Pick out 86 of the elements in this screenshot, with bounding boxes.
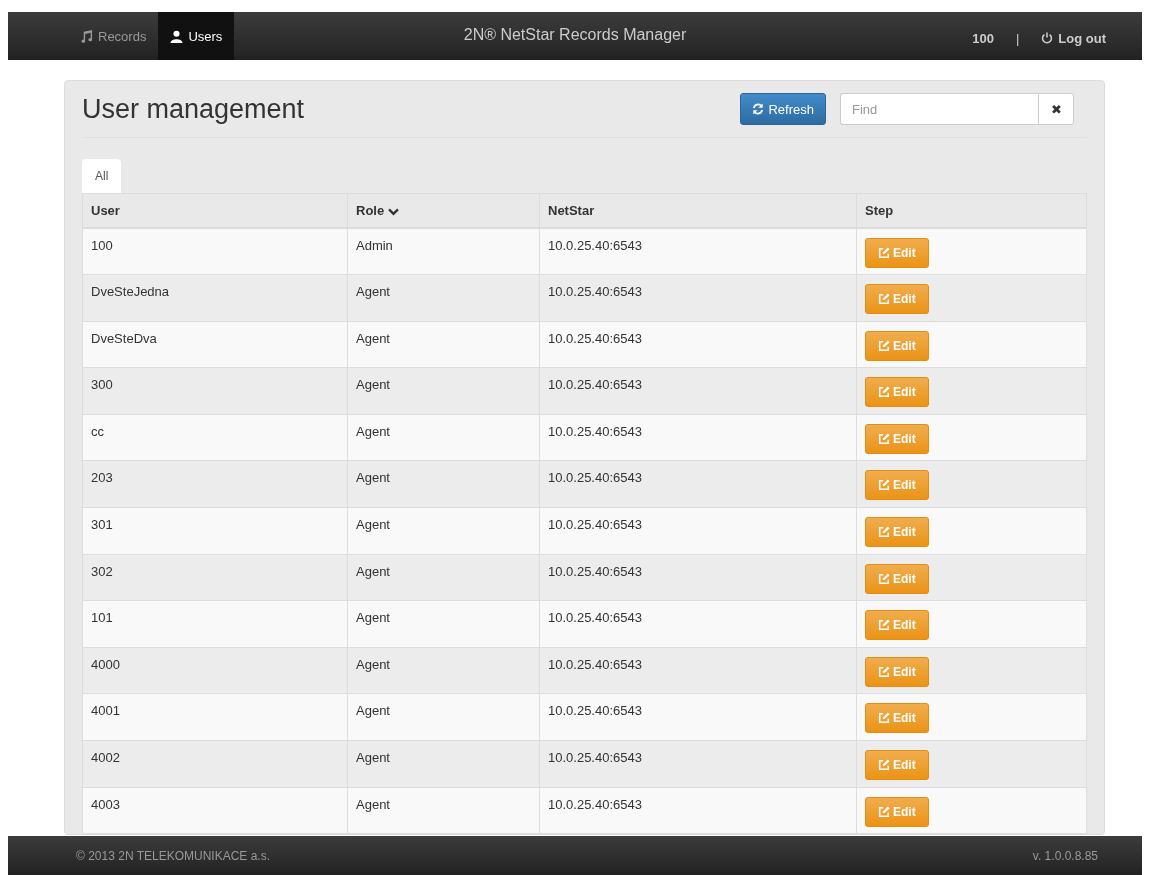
- edit-icon: [878, 712, 890, 725]
- table-cell: DveSteDva: [82, 321, 348, 368]
- edit-button[interactable]: Edit: [865, 750, 929, 781]
- table-cell: Agent: [347, 693, 540, 741]
- table-cell: 100: [82, 228, 348, 275]
- table-cell: 4001: [82, 693, 348, 741]
- edit-icon: [878, 339, 890, 352]
- table-cell: 10.0.25.40:6543: [539, 647, 857, 694]
- page-heading: User management: [82, 93, 306, 125]
- table-cell: DveSteJedna: [82, 274, 348, 322]
- table-cell: Agent: [347, 414, 540, 461]
- edit-icon: [878, 247, 890, 259]
- edit-button[interactable]: Edit: [865, 656, 929, 687]
- edit-button[interactable]: Edit: [865, 238, 929, 268]
- refresh-button[interactable]: Refresh: [740, 93, 826, 125]
- app-title: 2N® NetStar Records Manager: [463, 26, 687, 44]
- edit-button[interactable]: Edit: [865, 284, 929, 315]
- edit-icon: [878, 386, 890, 399]
- edit-icon: [878, 432, 890, 445]
- edit-icon: [878, 665, 890, 678]
- table-cell: 10.0.25.40:6543: [539, 693, 857, 741]
- version-text: v. 1.0.0.8.85: [1032, 848, 1098, 863]
- table-cell: 4003: [82, 787, 348, 834]
- power-icon: [1041, 32, 1054, 44]
- table-cell: 4000: [82, 647, 348, 694]
- table-cell: 203: [82, 460, 348, 508]
- nav-tab[interactable]: Records: [68, 12, 159, 60]
- table-cell: 10.0.25.40:6543: [539, 507, 857, 555]
- edit-button[interactable]: Edit: [865, 377, 929, 408]
- table-cell: Agent: [347, 274, 540, 322]
- edit-icon: [878, 619, 890, 632]
- table-cell: 10.0.25.40:6543: [539, 274, 857, 322]
- table-cell: Agent: [347, 647, 540, 694]
- user-name: 100: [972, 30, 994, 46]
- table-cell: 4002: [82, 740, 348, 788]
- table-cell: 10.0.25.40:6543: [539, 460, 857, 508]
- table-cell: Agent: [347, 787, 540, 834]
- table-cell: cc: [82, 414, 348, 461]
- table-cell: 10.0.25.40:6543: [539, 321, 857, 368]
- table-cell: Agent: [347, 740, 540, 788]
- column-header[interactable]: NetStar: [539, 193, 857, 228]
- edit-icon: [878, 805, 890, 818]
- search-field[interactable]: Find: [840, 93, 1038, 125]
- table-cell: Agent: [347, 507, 540, 555]
- table-cell: 301: [82, 507, 348, 555]
- table-cell: Agent: [347, 460, 540, 508]
- table-cell: Agent: [347, 367, 540, 415]
- table-cell: 10.0.25.40:6543: [539, 600, 857, 648]
- column-header[interactable]: Step: [856, 193, 1087, 228]
- edit-icon: [878, 759, 890, 772]
- table-cell: 10.0.25.40:6543: [539, 740, 857, 788]
- table-cell: 10.0.25.40:6543: [539, 554, 857, 601]
- table-cell: Agent: [347, 321, 540, 368]
- separator: |: [1015, 30, 1020, 46]
- table-cell: 302: [82, 554, 348, 601]
- edit-button[interactable]: Edit: [865, 563, 929, 594]
- nav-tab[interactable]: Users: [158, 12, 235, 60]
- table-cell: 10.0.25.40:6543: [539, 414, 857, 461]
- table-cell: 101: [82, 600, 348, 648]
- edit-icon: [878, 293, 890, 306]
- edit-icon: [878, 572, 890, 585]
- edit-button[interactable]: Edit: [865, 610, 929, 641]
- edit-button[interactable]: Edit: [865, 517, 929, 548]
- table-cell: 10.0.25.40:6543: [539, 367, 857, 415]
- edit-icon: [878, 526, 890, 539]
- table-cell: 10.0.25.40:6543: [539, 787, 857, 834]
- edit-button[interactable]: Edit: [865, 423, 929, 454]
- refresh-icon: [752, 103, 765, 115]
- copyright-text: © 2013 2N TELEKOMUNIKACE a.s.: [76, 848, 271, 863]
- edit-icon: [878, 479, 890, 492]
- table-cell: 10.0.25.40:6543: [539, 228, 857, 275]
- edit-button[interactable]: Edit: [865, 330, 929, 361]
- music-note-icon: [80, 29, 93, 43]
- edit-button[interactable]: Edit: [865, 703, 929, 734]
- column-header[interactable]: User: [82, 193, 348, 228]
- clear-button[interactable]: ✖: [1038, 93, 1074, 125]
- filter-tab[interactable]: All: [82, 159, 122, 193]
- edit-button[interactable]: Edit: [865, 796, 929, 827]
- logout-link[interactable]: Log out: [1041, 30, 1106, 46]
- table-cell: Agent: [347, 554, 540, 601]
- table-cell: Agent: [347, 600, 540, 648]
- table-cell: 300: [82, 367, 348, 415]
- edit-button[interactable]: Edit: [865, 470, 929, 501]
- user-icon: [170, 29, 184, 43]
- column-header[interactable]: Role: [347, 193, 540, 228]
- table-cell: Admin: [347, 228, 540, 275]
